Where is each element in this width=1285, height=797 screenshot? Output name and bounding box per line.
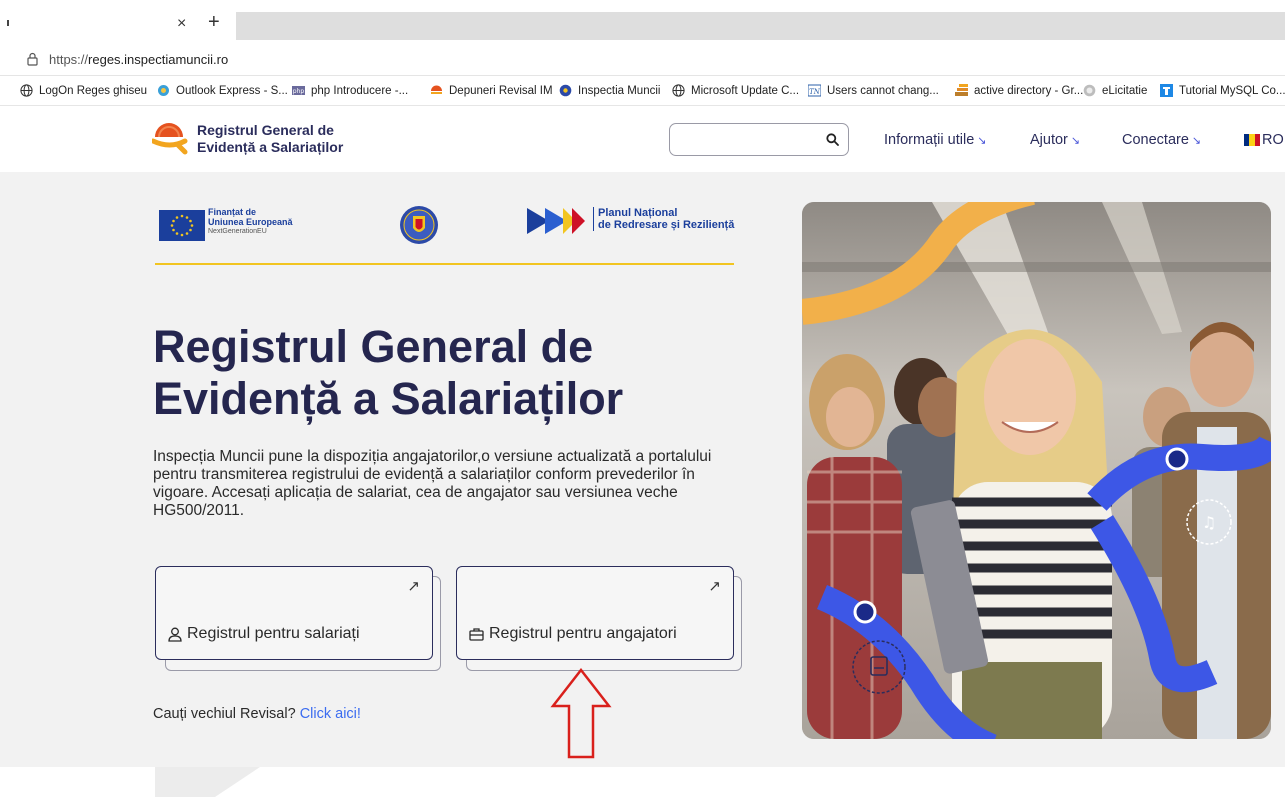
- bookmarks-bar: LogOn Reges ghiseu Outlook Express - S..…: [0, 76, 1285, 106]
- bookmark-depuneri-revisal[interactable]: Depuneri Revisal IM: [430, 84, 553, 97]
- eu-line-2: Uniunea Europeană: [208, 217, 293, 227]
- globe-icon: [20, 84, 33, 97]
- tab-strip-background: [236, 12, 1285, 40]
- nav-label: Ajutor: [1030, 132, 1068, 148]
- bookmark-outlook[interactable]: Outlook Express - S...: [157, 84, 288, 97]
- svg-text:php: php: [293, 88, 305, 95]
- url-text[interactable]: https://reges.inspectiamuncii.ro: [49, 52, 228, 67]
- red-arrow-annotation: [550, 668, 612, 759]
- bookmark-label: Users cannot chang...: [827, 84, 939, 97]
- arrow-up-right-icon: ↗: [708, 578, 721, 595]
- bookmark-php[interactable]: php php Introducere -...: [292, 84, 408, 97]
- briefcase-icon: [469, 628, 484, 641]
- lock-icon[interactable]: [27, 52, 38, 66]
- card-registrul-angajatori[interactable]: ↗ Registrul pentru angajatori: [456, 566, 734, 660]
- nav-ajutor[interactable]: Ajutor ↘: [1030, 132, 1080, 148]
- bookmark-logon-reges[interactable]: LogOn Reges ghiseu: [20, 84, 147, 97]
- bookmark-users-cannot-change[interactable]: TN Users cannot chang...: [808, 84, 939, 97]
- logo-text[interactable]: Registrul General de Evidență a Salariaț…: [197, 122, 343, 156]
- bookmark-label: Inspectia Muncii: [578, 84, 661, 97]
- eu-flag-icon: [159, 210, 205, 241]
- svg-text:♫: ♫: [1202, 513, 1216, 532]
- pnrr-text: Planul Național de Redresare și Rezilien…: [593, 207, 734, 231]
- url-protocol: https://: [49, 52, 89, 67]
- hero-photo: ♫: [802, 202, 1271, 739]
- pnrr-line-1: Planul Național: [598, 207, 678, 219]
- card-label-text: Registrul pentru salariați: [187, 625, 360, 642]
- page-title: Registrul General de Evidență a Salariaț…: [153, 321, 713, 425]
- bookmark-elicitatie[interactable]: eLicitatie: [1083, 84, 1147, 97]
- romanian-government-seal-icon: [400, 206, 438, 244]
- eu-funding-text: Finanțat de Uniunea Europeană NextGenera…: [208, 207, 293, 237]
- bookmark-inspectia-muncii[interactable]: Inspectia Muncii: [559, 84, 660, 97]
- bookmark-label: LogOn Reges ghiseu: [39, 84, 148, 97]
- reges-icon: [431, 85, 442, 94]
- divider-line: [155, 263, 734, 265]
- reges-logo-icon[interactable]: [152, 119, 188, 155]
- tab-edge: [7, 20, 9, 26]
- pnrr-line-2: de Redresare și Reziliență: [598, 219, 735, 231]
- old-revisal-line: Cauți vechiul Revisal? Click aici!: [153, 706, 361, 722]
- chevron-down-right-icon: ↘: [1070, 135, 1081, 147]
- stack-icon: [955, 84, 968, 96]
- bookmark-label: active directory - Gr...: [974, 84, 1084, 97]
- old-revisal-link[interactable]: Click aici!: [300, 706, 361, 722]
- card-label: Registrul pentru salariați: [168, 625, 360, 643]
- arrow-up-right-icon: ↗: [407, 578, 420, 595]
- bookmark-label: eLicitatie: [1102, 84, 1148, 97]
- new-tab-button[interactable]: +: [208, 12, 220, 32]
- svg-text:TN: TN: [809, 88, 821, 96]
- people-photo-illustration: ♫: [802, 202, 1271, 739]
- nav-label: Conectare: [1122, 132, 1189, 148]
- bookmark-tutorial-mysql[interactable]: Tutorial MySQL Co...: [1160, 84, 1285, 97]
- language-label: RO: [1262, 132, 1284, 148]
- card-label: Registrul pentru angajatori: [469, 625, 677, 643]
- bookmark-microsoft-update[interactable]: Microsoft Update C...: [672, 84, 799, 97]
- chevron-down-right-icon: ↘: [1191, 135, 1202, 147]
- bookmark-label: Microsoft Update C...: [691, 84, 800, 97]
- language-selector[interactable]: RO: [1244, 132, 1284, 148]
- bookmark-label: Depuneri Revisal IM: [449, 84, 553, 97]
- bookmark-active-directory[interactable]: active directory - Gr...: [955, 84, 1083, 97]
- php-icon: php: [292, 86, 305, 95]
- outlook-icon: [158, 85, 169, 96]
- url-host: reges.inspectiamuncii.ro: [88, 52, 229, 67]
- bookmark-label: Tutorial MySQL Co...: [1179, 84, 1285, 97]
- title-line-1: Registrul General de: [153, 321, 594, 372]
- hero-description: Inspecția Muncii pune la dispoziția anga…: [153, 448, 712, 519]
- inspectia-icon: [559, 84, 572, 97]
- nav-informatii-utile[interactable]: Informații utile ↘: [884, 132, 986, 148]
- search-icon[interactable]: [826, 133, 839, 146]
- search-input[interactable]: [669, 123, 849, 156]
- card-registrul-salariati[interactable]: ↗ Registrul pentru salariați: [155, 566, 433, 660]
- nav-conectare[interactable]: Conectare ↘: [1122, 132, 1201, 148]
- tn-icon: TN: [808, 84, 821, 97]
- tab-close-button[interactable]: ×: [177, 16, 186, 32]
- eu-line-1: Finanțat de: [208, 207, 257, 217]
- site-header: Registrul General de Evidență a Salariaț…: [0, 106, 1285, 172]
- old-revisal-text: Cauți vechiul Revisal?: [153, 706, 296, 722]
- address-bar[interactable]: https://reges.inspectiamuncii.ro: [0, 44, 1285, 76]
- person-icon: [168, 627, 182, 642]
- chevron-down-right-icon: ↘: [977, 135, 987, 147]
- elicitatie-icon: [1083, 84, 1096, 97]
- bookmark-label: php Introducere -...: [311, 84, 409, 97]
- tutorial-icon: [1160, 84, 1173, 97]
- logo-line-2: Evidență a Salariaților: [197, 139, 344, 155]
- pnrr-logo-icon: [527, 208, 585, 234]
- title-line-2: Evidență a Salariaților: [153, 373, 624, 424]
- browser-tab-strip: × +: [0, 0, 1285, 44]
- globe-icon: [672, 84, 685, 97]
- romania-flag-icon: [1244, 134, 1260, 146]
- bookmark-label: Outlook Express - S...: [176, 84, 288, 97]
- logo-line-1: Registrul General de: [197, 122, 334, 138]
- nav-label: Informații utile: [884, 132, 975, 148]
- card-label-text: Registrul pentru angajatori: [489, 625, 677, 642]
- eu-line-3: NextGenerationEU: [208, 228, 267, 235]
- decorative-shape: [155, 767, 260, 797]
